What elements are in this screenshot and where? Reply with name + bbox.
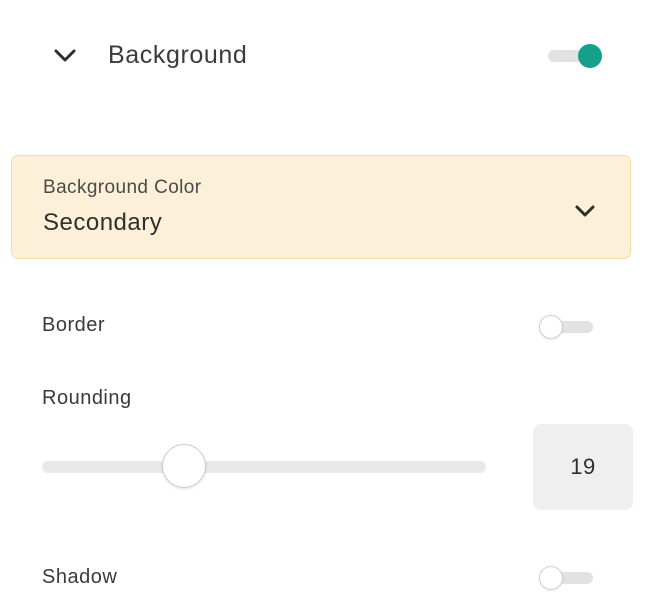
rounding-value-input[interactable]: 19 [533,424,633,510]
border-toggle[interactable] [539,313,595,341]
shadow-label: Shadow [42,566,118,588]
shadow-toggle[interactable] [539,564,595,592]
toggle-knob [539,315,563,339]
toggle-knob [578,44,602,68]
background-color-value: Secondary [43,209,163,236]
section-title: Background [108,41,248,69]
rounding-slider[interactable] [42,444,486,490]
background-toggle[interactable] [546,42,602,70]
toggle-knob [539,566,563,590]
border-label: Border [42,314,106,336]
rounding-label: Rounding [42,387,132,409]
chevron-down-icon [572,200,598,222]
chevron-down-icon[interactable] [52,44,78,68]
background-color-select[interactable]: Background Color Secondary [11,155,631,259]
background-color-label: Background Color [43,177,202,198]
slider-thumb[interactable] [162,444,207,488]
slider-track [42,461,486,473]
